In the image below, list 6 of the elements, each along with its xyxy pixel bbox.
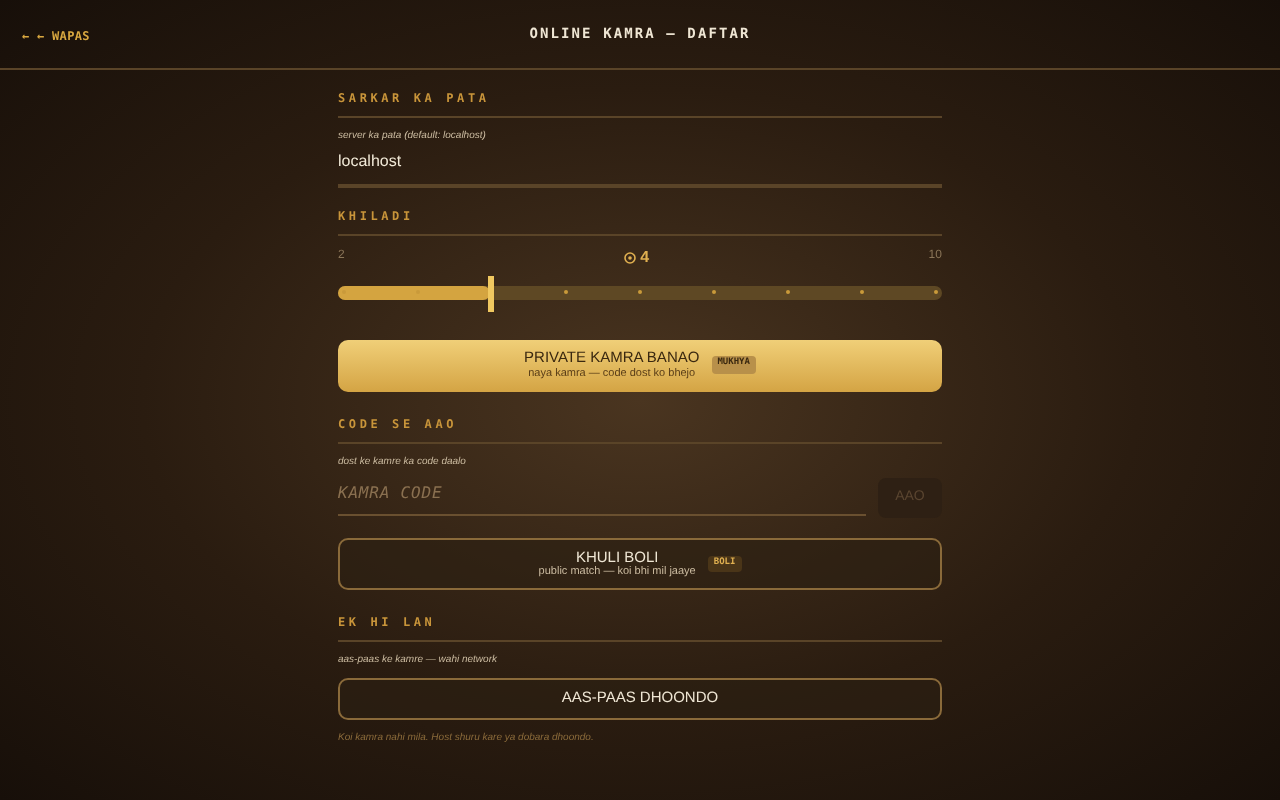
player-count: 4: [640, 245, 650, 269]
slider-thumb[interactable]: [487, 275, 493, 311]
server-field[interactable]: localhost: [338, 149, 942, 187]
target-icon: [624, 251, 637, 263]
slider[interactable]: [338, 275, 942, 311]
room-code-field[interactable]: KAMRA CODE: [338, 481, 866, 515]
